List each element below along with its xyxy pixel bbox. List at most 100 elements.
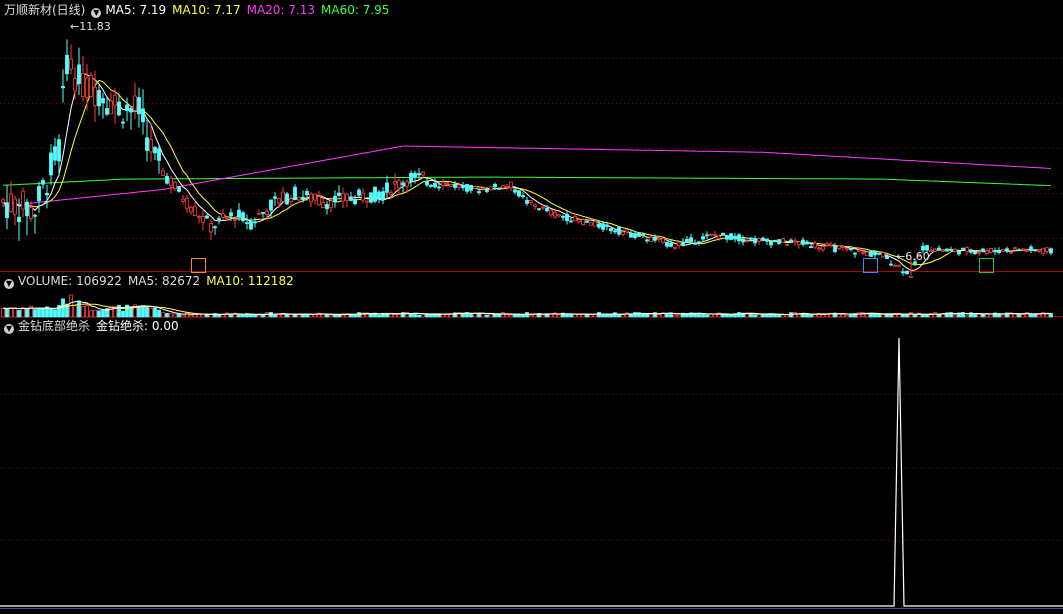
indicator-line-label: 金钻绝杀: bbox=[96, 319, 149, 333]
volume-bar bbox=[493, 313, 497, 318]
volume-bar bbox=[145, 306, 149, 318]
volume-bar bbox=[261, 314, 265, 318]
volume-bar bbox=[673, 314, 677, 318]
candle-body bbox=[721, 232, 725, 235]
candle-body bbox=[437, 186, 441, 189]
candle-body bbox=[909, 275, 913, 278]
candle-body bbox=[277, 198, 281, 204]
candle-body bbox=[977, 251, 981, 254]
low-price-value: 6.60 bbox=[905, 250, 930, 263]
volume-bar bbox=[425, 314, 429, 318]
chevron-down-icon[interactable]: ▼ bbox=[4, 324, 14, 334]
event-tag-cai[interactable]: 财 bbox=[863, 258, 878, 273]
volume-bar bbox=[737, 312, 741, 318]
candle-body bbox=[841, 246, 845, 248]
volume-bar bbox=[509, 314, 513, 318]
candle-body bbox=[533, 204, 537, 207]
candle-body bbox=[837, 245, 841, 249]
candle-body bbox=[573, 215, 577, 222]
candle-body bbox=[669, 242, 673, 247]
high-price-value: 11.83 bbox=[79, 20, 111, 33]
candle-body bbox=[325, 204, 329, 209]
candle-body bbox=[61, 86, 65, 89]
volume-bar bbox=[241, 314, 245, 318]
volume-bar bbox=[77, 300, 81, 318]
volume-bar bbox=[617, 314, 621, 318]
candle-body bbox=[29, 207, 33, 219]
candle-body bbox=[461, 185, 465, 189]
candle-body bbox=[989, 247, 993, 253]
candle-body bbox=[185, 197, 189, 209]
candle-body bbox=[385, 182, 389, 193]
candle-body bbox=[453, 183, 457, 188]
candle-body bbox=[313, 193, 317, 201]
candle-body bbox=[641, 234, 645, 236]
candle-body bbox=[465, 184, 469, 192]
main-chart-header: 万顺新材(日线) ▼ MA5: 7.19 MA10: 7.17 MA20: 7.13 MA… bbox=[4, 2, 395, 18]
candle-body bbox=[769, 241, 773, 246]
candle-body bbox=[885, 255, 889, 260]
candle-body bbox=[257, 212, 261, 215]
volume-bar bbox=[33, 309, 37, 318]
candle-body bbox=[969, 250, 973, 253]
candle-body bbox=[93, 86, 97, 106]
candle-body bbox=[937, 247, 941, 251]
candle-body bbox=[821, 246, 825, 251]
volume-bar bbox=[1017, 314, 1021, 318]
candle-body bbox=[761, 237, 765, 240]
event-tag-ding[interactable]: 定 bbox=[191, 258, 206, 273]
candle-body bbox=[457, 184, 461, 188]
candle-body bbox=[37, 186, 41, 202]
candle-body bbox=[501, 185, 505, 189]
candle-body bbox=[861, 251, 865, 254]
volume-bar bbox=[573, 313, 577, 318]
candle-body bbox=[337, 192, 341, 196]
volume-bar bbox=[237, 314, 241, 318]
candle-body bbox=[469, 184, 473, 191]
candle-body bbox=[269, 199, 273, 211]
candle-body bbox=[701, 236, 705, 240]
stock-chart-canvas bbox=[0, 39, 1063, 609]
volume-bar bbox=[601, 314, 605, 318]
candle-body bbox=[801, 239, 805, 245]
candle-body bbox=[529, 200, 533, 203]
candle-body bbox=[109, 100, 113, 115]
volume-bar bbox=[41, 307, 45, 318]
volume-ma5-value: 82672 bbox=[162, 274, 201, 288]
candle-body bbox=[401, 182, 405, 186]
volume-bar bbox=[933, 312, 937, 318]
candle-body bbox=[221, 213, 225, 218]
candle-body bbox=[637, 232, 641, 237]
volume-ma5-label: MA5: bbox=[127, 274, 159, 288]
candle-body bbox=[485, 190, 489, 192]
candle-body bbox=[309, 193, 313, 203]
chevron-down-icon[interactable]: ▼ bbox=[4, 279, 14, 289]
chevron-down-icon[interactable]: ▼ bbox=[91, 8, 102, 18]
event-tag-gang[interactable]: 港 bbox=[979, 258, 994, 273]
volume-bar bbox=[225, 312, 229, 318]
candle-body bbox=[289, 198, 293, 203]
volume-bar bbox=[13, 307, 17, 318]
candle-body bbox=[981, 248, 985, 252]
candle-body bbox=[633, 233, 637, 238]
volume-bar bbox=[589, 314, 593, 318]
candle-body bbox=[285, 193, 289, 205]
candle-body bbox=[525, 199, 529, 204]
candle-body bbox=[69, 58, 73, 70]
candle-body bbox=[1037, 249, 1041, 252]
volume-bar bbox=[845, 314, 849, 318]
candle-body bbox=[393, 181, 397, 185]
candle-body bbox=[81, 73, 85, 98]
volume-bar bbox=[521, 314, 525, 318]
candle-body bbox=[381, 191, 385, 199]
candle-body bbox=[353, 199, 357, 205]
volume-bar bbox=[101, 309, 105, 318]
candle-body bbox=[237, 209, 241, 218]
candle-body bbox=[245, 222, 249, 225]
candle-body bbox=[617, 227, 621, 235]
candle-body bbox=[549, 209, 553, 216]
candle-body bbox=[441, 181, 445, 187]
candle-body bbox=[305, 191, 309, 196]
volume-bar bbox=[805, 314, 809, 318]
volume-bar bbox=[329, 314, 333, 318]
